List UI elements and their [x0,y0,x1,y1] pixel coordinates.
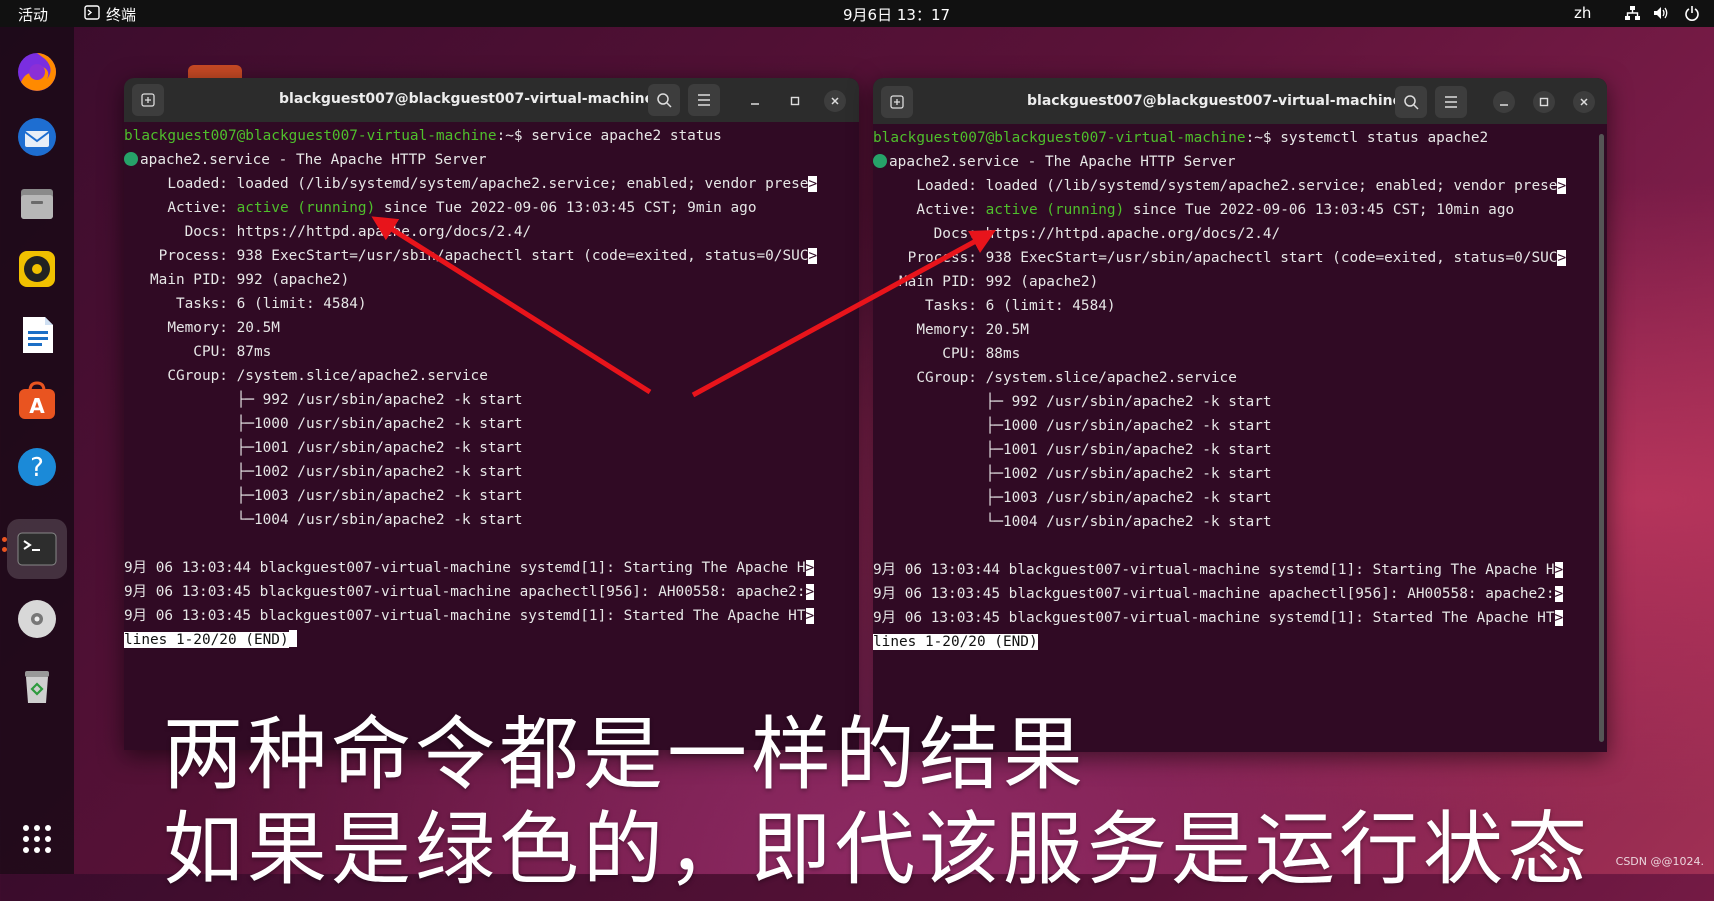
arrow-to-left-active [371,216,652,395]
caption-line-2: 如果是绿色的，即代该服务是运行状态 [163,803,1591,896]
arrow-to-right-active [691,230,996,398]
watermark: CSDN @@1024. [1615,855,1704,868]
